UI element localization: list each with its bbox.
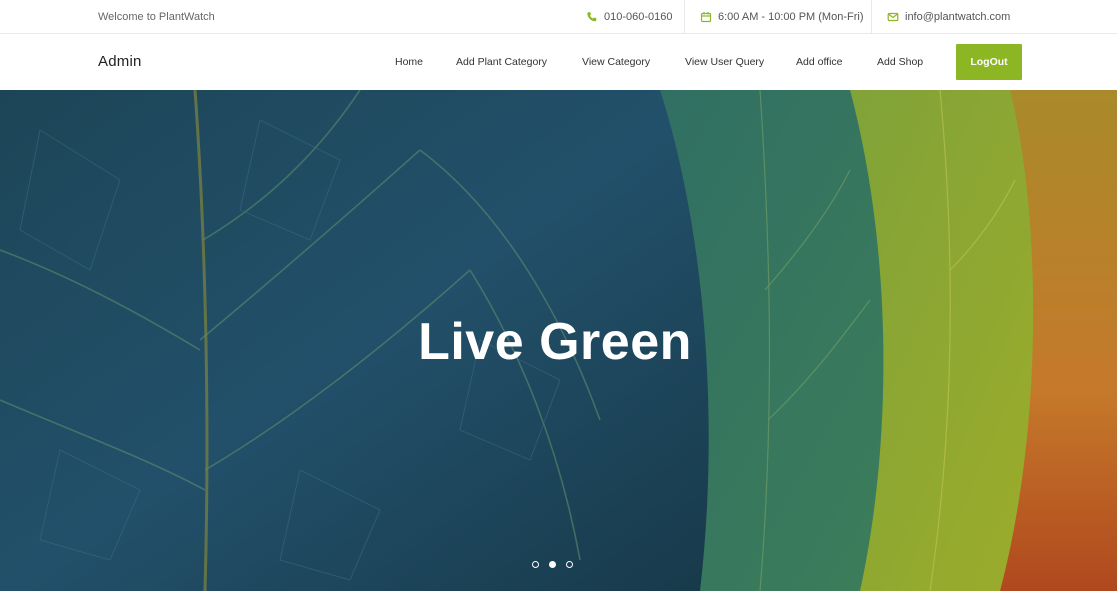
hours-info: 6:00 AM - 10:00 PM (Mon-Fri) — [684, 0, 864, 34]
nav-home[interactable]: Home — [395, 56, 423, 68]
phone-icon — [586, 11, 598, 23]
slide-dot-2[interactable] — [549, 561, 556, 568]
slide-dot-3[interactable] — [566, 561, 573, 568]
opening-hours: 6:00 AM - 10:00 PM (Mon-Fri) — [718, 11, 864, 23]
brand-title[interactable]: Admin — [98, 53, 142, 70]
phone-number: 010-060-0160 — [604, 11, 673, 23]
nav-add-plant-category[interactable]: Add Plant Category — [456, 56, 547, 68]
welcome-text: Welcome to PlantWatch — [98, 11, 215, 23]
calendar-icon — [700, 11, 712, 23]
logout-button[interactable]: LogOut — [956, 44, 1022, 80]
main-navbar: Admin Home Add Plant Category View Categ… — [0, 34, 1117, 90]
nav-add-shop[interactable]: Add Shop — [877, 56, 923, 68]
nav-view-category[interactable]: View Category — [582, 56, 650, 68]
phone-contact[interactable]: 010-060-0160 — [586, 0, 673, 34]
nav-add-office[interactable]: Add office — [796, 56, 843, 68]
hero-title: Live Green — [418, 313, 692, 371]
mail-icon — [887, 11, 899, 23]
nav-view-user-query[interactable]: View User Query — [685, 56, 764, 68]
email-contact[interactable]: info@plantwatch.com — [871, 0, 1010, 34]
top-info-bar: Welcome to PlantWatch 010-060-0160 6:00 … — [0, 0, 1117, 34]
email-address: info@plantwatch.com — [905, 11, 1011, 23]
hero-slider: Live Green — [0, 90, 1117, 591]
slider-pagination — [532, 561, 573, 568]
slide-dot-1[interactable] — [532, 561, 539, 568]
